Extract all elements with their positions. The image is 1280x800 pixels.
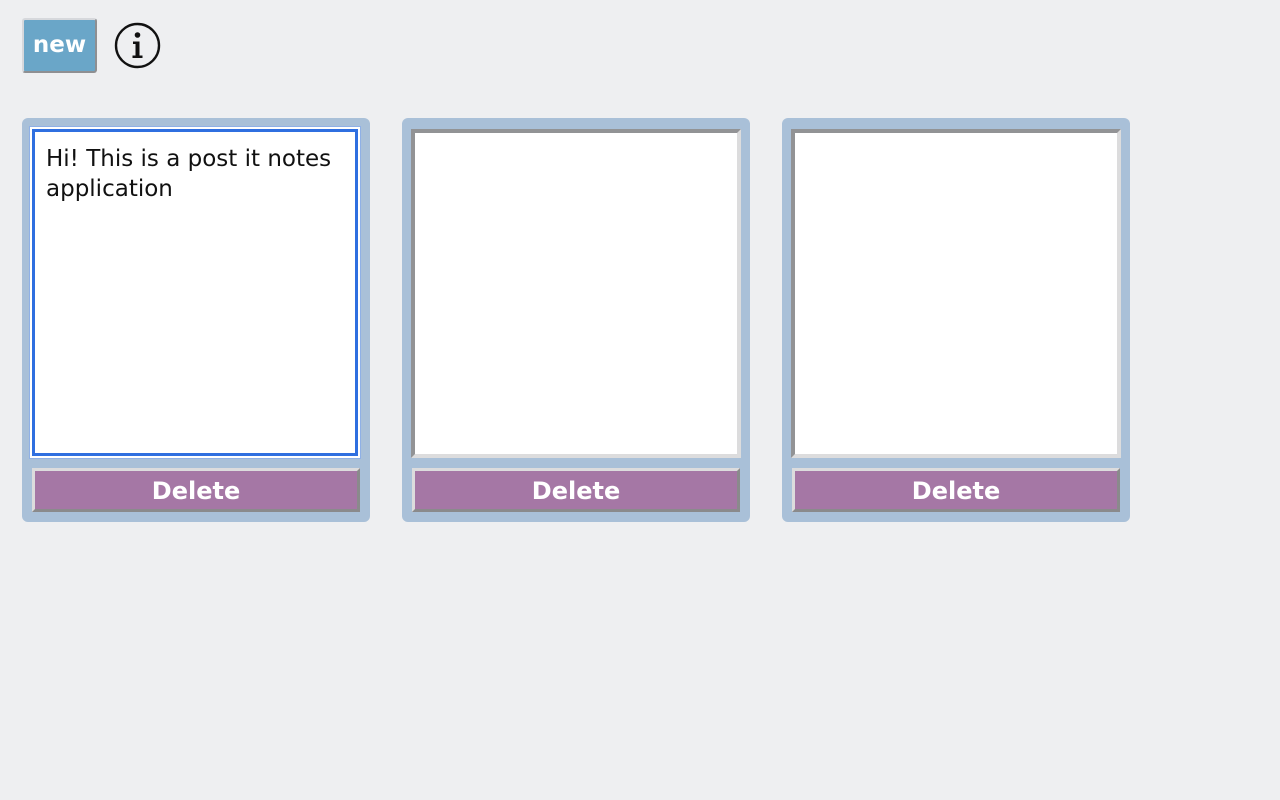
toolbar: new xyxy=(22,18,182,74)
note-card: Delete xyxy=(402,118,750,522)
delete-button[interactable]: Delete xyxy=(792,468,1120,512)
note-card: Hi! This is a post it notes application … xyxy=(22,118,370,522)
note-textarea[interactable] xyxy=(411,129,741,458)
delete-button[interactable]: Delete xyxy=(32,468,360,512)
note-textarea[interactable]: Hi! This is a post it notes application xyxy=(32,129,358,456)
new-note-button[interactable]: new xyxy=(22,18,97,73)
info-icon[interactable] xyxy=(114,22,161,69)
note-card: Delete xyxy=(782,118,1130,522)
note-textarea[interactable] xyxy=(791,129,1121,458)
delete-button[interactable]: Delete xyxy=(412,468,740,512)
